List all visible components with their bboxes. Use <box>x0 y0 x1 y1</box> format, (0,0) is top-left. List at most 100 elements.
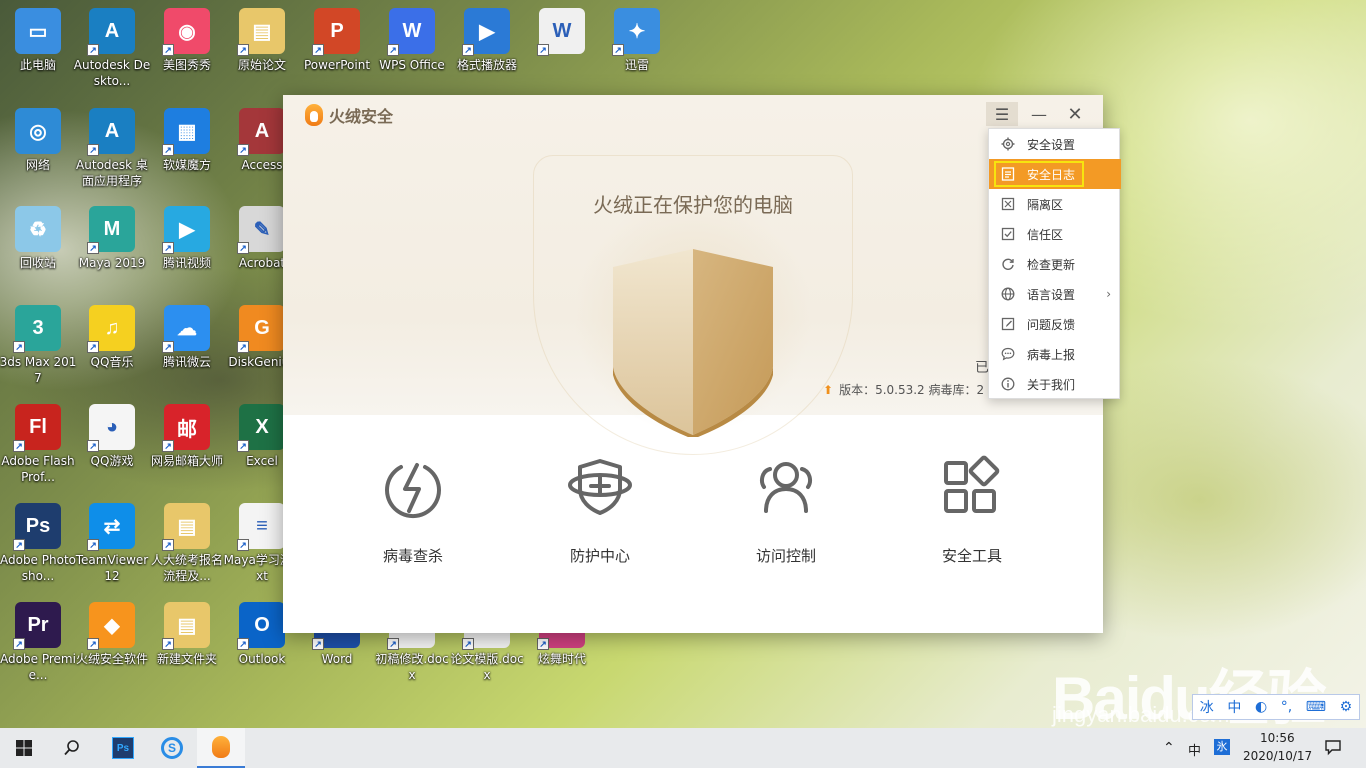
shortcut-arrow-icon: ↗ <box>537 638 549 650</box>
ime-lang-button[interactable]: 中 <box>1227 697 1241 717</box>
feature-access-control[interactable]: 访问控制 <box>706 455 866 566</box>
desktop-icon-label: 软媒魔方 <box>162 158 211 172</box>
start-button[interactable] <box>0 728 48 768</box>
menu-item-virus-report[interactable]: 病毒上报 <box>989 339 1121 369</box>
menu-item-security-settings[interactable]: 安全设置 <box>989 129 1121 159</box>
desktop-icon[interactable]: ▶ ↗ 腾讯视频 <box>149 206 225 271</box>
desktop-icon[interactable]: ◆ ↗ 火绒安全软件 <box>74 602 150 667</box>
app-icon: Fl ↗ <box>13 404 61 452</box>
desktop-icon-label: 3ds Max 2017 <box>0 355 77 385</box>
shortcut-arrow-icon: ↗ <box>87 341 99 353</box>
close-button[interactable]: ✕ <box>1059 102 1091 126</box>
menu-item-check-update[interactable]: 检查更新 <box>989 249 1121 279</box>
search-button[interactable] <box>48 728 96 768</box>
shortcut-arrow-icon: ↗ <box>87 440 99 452</box>
tray-time[interactable]: 10:56 <box>1260 731 1295 745</box>
main-menu-dropdown: 安全设置 安全日志 隔离区 信任区 检查更新 语言设置 › 问题反馈 病毒上报 … <box>988 128 1121 399</box>
tray-date[interactable]: 2020/10/17 <box>1243 749 1312 763</box>
desktop-icon-label: 初稿修改.docx <box>375 652 449 682</box>
desktop-icon-label: 论文模版.docx <box>450 652 524 682</box>
menu-item-about[interactable]: 关于我们 <box>989 369 1121 399</box>
desktop-icon[interactable]: W ↗ <box>524 8 600 57</box>
ime-keyboard-button[interactable]: ⌨ <box>1306 699 1326 715</box>
shortcut-arrow-icon: ↗ <box>13 638 25 650</box>
desktop-icon[interactable]: W ↗ WPS Office <box>374 8 450 73</box>
taskbar-browser[interactable]: S <box>148 728 196 768</box>
photoshop-icon: Ps <box>112 737 134 759</box>
menu-item-security-log[interactable]: 安全日志 <box>989 159 1121 189</box>
desktop-icon[interactable]: ▶ ↗ 格式播放器 <box>449 8 525 73</box>
desktop-icon[interactable]: ♫ ↗ QQ音乐 <box>74 305 150 370</box>
desktop-icon[interactable]: 3 ↗ 3ds Max 2017 <box>0 305 76 386</box>
tray-expand-icon[interactable]: ⌃ <box>1163 740 1175 756</box>
app-icon: ◎ <box>15 108 61 154</box>
desktop-icon[interactable]: A ↗ Autodesk Deskto... <box>74 8 150 89</box>
menu-item-trust-zone[interactable]: 信任区 <box>989 219 1121 249</box>
huorong-icon <box>212 736 230 758</box>
desktop-icon[interactable]: ▭ 此电脑 <box>0 8 76 73</box>
ime-mode-button[interactable]: 冰 <box>1200 697 1214 717</box>
menu-button[interactable]: ☰ <box>986 102 1018 126</box>
shortcut-arrow-icon: ↗ <box>237 242 249 254</box>
desktop-icon[interactable]: ▦ ↗ 软媒魔方 <box>149 108 225 173</box>
desktop-icon[interactable]: ♻ 回收站 <box>0 206 76 271</box>
desktop-icon[interactable]: ▤ ↗ 原始论文 <box>224 8 300 73</box>
desktop-icon[interactable]: ▤ ↗ 人大统考报名流程及... <box>149 503 225 584</box>
desktop-icon[interactable]: A ↗ Autodesk 桌面应用程序 <box>74 108 150 189</box>
desktop-icon[interactable]: ◕ ↗ QQ游戏 <box>74 404 150 469</box>
app-icon: ✦ ↗ <box>612 8 660 56</box>
shortcut-arrow-icon: ↗ <box>537 44 549 56</box>
ime-settings-button[interactable]: ⚙ <box>1340 699 1353 715</box>
version-text: 版本：5.0.53.2 病毒库：2 <box>839 383 985 397</box>
desktop-icon[interactable]: ▤ ↗ 新建文件夹 <box>149 602 225 667</box>
ime-punct-button[interactable]: °, <box>1281 699 1292 715</box>
app-icon: W↗ <box>387 8 435 56</box>
desktop-icon[interactable]: ⇄ ↗ TeamViewer 12 <box>74 503 150 584</box>
shortcut-arrow-icon: ↗ <box>162 539 174 551</box>
version-info: ⬆ 版本：5.0.53.2 病毒库：2 <box>823 381 984 398</box>
desktop-icon[interactable]: ✦ ↗ 迅雷 <box>599 8 675 73</box>
desktop-icon-label: 网易邮箱大师 <box>150 454 223 468</box>
notification-icon <box>1325 740 1341 756</box>
desktop-icon[interactable]: Fl ↗ Adobe Flash Prof... <box>0 404 76 485</box>
menu-item-feedback[interactable]: 问题反馈 <box>989 309 1121 339</box>
desktop-icon[interactable]: Ps ↗ Adobe Photosho... <box>0 503 76 584</box>
tray-lang[interactable]: 中 <box>1188 740 1201 759</box>
desktop-icon[interactable]: ◎ 网络 <box>0 108 76 173</box>
app-icon: ≡ ↗ <box>237 503 285 551</box>
desktop-icon-label: 此电脑 <box>19 58 56 72</box>
desktop-icon[interactable]: M ↗ Maya 2019 <box>74 206 150 271</box>
feature-security-tools[interactable]: 安全工具 <box>892 455 1052 566</box>
desktop-icon[interactable]: ☁ ↗ 腾讯微云 <box>149 305 225 370</box>
ime-halfwidth-button[interactable]: ◐ <box>1255 699 1267 715</box>
desktop-icon-label: 炫舞时代 <box>537 652 586 666</box>
menu-item-quarantine[interactable]: 隔离区 <box>989 189 1121 219</box>
feature-protection-center[interactable]: 防护中心 <box>520 455 680 566</box>
desktop-icon-label: PowerPoint <box>303 58 371 72</box>
feature-virus-scan[interactable]: 病毒查杀 <box>333 455 493 566</box>
desktop-icon-label: Adobe Flash Prof... <box>1 454 75 484</box>
app-icon: Ps ↗ <box>13 503 61 551</box>
menu-item-label: 关于我们 <box>1027 377 1076 392</box>
desktop-icon[interactable]: P ↗ PowerPoint <box>299 8 375 73</box>
menu-item-language[interactable]: 语言设置 › <box>989 279 1121 309</box>
notification-button[interactable] <box>1324 738 1342 759</box>
desktop-icon[interactable]: 邮 ↗ 网易邮箱大师 <box>149 404 225 469</box>
windows-icon <box>16 740 32 756</box>
feature-row: 病毒查杀 防护中心 访问控制 安全工具 <box>283 455 1103 595</box>
app-icon: A ↗ <box>87 8 135 56</box>
app-icon: A ↗ <box>237 108 285 156</box>
desktop-icon[interactable]: ◉ ↗ 美图秀秀 <box>149 8 225 73</box>
taskbar-photoshop[interactable]: Ps <box>99 728 147 768</box>
app-icon: G ↗ <box>237 305 285 353</box>
desktop-icon[interactable]: Pr ↗ Adobe Premie... <box>0 602 76 683</box>
minimize-button[interactable]: — <box>1023 102 1055 126</box>
tray-ime-icon[interactable]: 氷 <box>1214 739 1230 755</box>
shortcut-arrow-icon: ↗ <box>162 242 174 254</box>
feature-label: 病毒查杀 <box>382 547 443 565</box>
huorong-window: 火绒安全 ☰ — ✕ 火绒正在保护您的电脑 已 ⬆ 版本：5.0.53.2 病毒… <box>283 95 1103 633</box>
app-icon: 邮 ↗ <box>162 404 210 452</box>
bolt-circle-icon <box>385 463 441 518</box>
menu-item-label: 安全日志 <box>1027 167 1076 182</box>
taskbar-huorong[interactable] <box>197 728 245 768</box>
